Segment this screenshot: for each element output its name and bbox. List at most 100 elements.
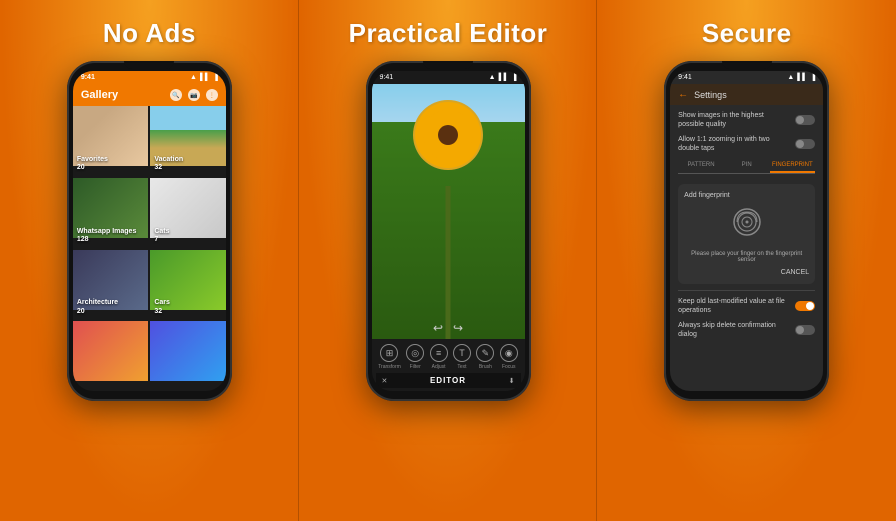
- settings-bottom: Keep old last-modified value at file ope…: [678, 297, 815, 338]
- cell-label: Vacation 32: [154, 156, 183, 173]
- cell-label: Cars 32: [154, 299, 170, 316]
- fingerprint-icon: [732, 207, 762, 243]
- cell-label: Whatsapp Images 128: [77, 228, 137, 245]
- gallery-cell-vacation[interactable]: Vacation 32: [150, 106, 226, 176]
- settings-modified-toggle[interactable]: [795, 301, 815, 311]
- transform-icon: ⊞: [380, 344, 398, 362]
- focus-label: Focus: [502, 364, 516, 370]
- transform-label: Transform: [378, 364, 401, 370]
- redo-icon[interactable]: ↪: [453, 321, 463, 335]
- adjust-tool[interactable]: ≡ Adjust: [430, 344, 448, 370]
- filter-label: Filter: [410, 364, 421, 370]
- adjust-icon: ≡: [430, 344, 448, 362]
- settings-row-quality: Show images in the highest possible qual…: [678, 111, 815, 129]
- tab-fingerprint[interactable]: FINGERPRINT: [770, 159, 816, 173]
- settings-statusbar: 9:41 ▲ ▌▌ ▐: [670, 71, 823, 84]
- settings-toolbar-title: Settings: [694, 90, 727, 100]
- editor-statusbar: 9:41 ▲ ▌▌ ▐: [372, 71, 525, 84]
- editor-controls: ⊞ Transform ◎ Filter ≡ Adjust T Text: [372, 339, 525, 391]
- editor-wifi-icon: ▲: [489, 74, 496, 81]
- settings-zoom-toggle[interactable]: [795, 139, 815, 149]
- gallery-phone: 9:41 ▲ ▌▌ ▐ Gallery 🔍 📷 ⋮: [67, 61, 232, 401]
- status-time: 9:41: [81, 74, 95, 81]
- settings-delete-toggle[interactable]: [795, 325, 815, 335]
- settings-modified-text: Keep old last-modified value at file ope…: [678, 297, 788, 315]
- cell-label: Cats 7: [154, 228, 169, 245]
- fingerprint-tabs: PATTERN PIN FINGERPRINT: [678, 159, 815, 174]
- camera-icon[interactable]: 📷: [188, 89, 200, 101]
- settings-zoom-text: Allow 1:1 zooming in with two double tap…: [678, 135, 788, 153]
- gallery-cell-cats[interactable]: Cats 7: [150, 178, 226, 248]
- fp-add-label: Add fingerprint: [684, 192, 730, 199]
- text-label: Text: [457, 364, 466, 370]
- gallery-cell-art1[interactable]: [73, 321, 149, 391]
- text-tool[interactable]: T Text: [453, 344, 471, 370]
- adjust-label: Adjust: [432, 364, 446, 370]
- gallery-grid: Favorites 20 Vacation 32 Whatsapp Images: [73, 106, 226, 391]
- settings-divider: [678, 290, 815, 291]
- tab-pin[interactable]: PIN: [724, 159, 770, 173]
- gallery-title-text: Gallery: [81, 89, 118, 101]
- cell-label: Architecture 20: [77, 299, 118, 316]
- text-icon: T: [453, 344, 471, 362]
- wifi-icon: ▲: [190, 74, 197, 81]
- editor-battery-icon: ▐: [512, 74, 517, 81]
- settings-screen: 9:41 ▲ ▌▌ ▐ ← Settings Show images in th…: [670, 71, 823, 391]
- settings-row-modified: Keep old last-modified value at file ope…: [678, 297, 815, 315]
- no-ads-title: No Ads: [103, 18, 196, 49]
- more-icon[interactable]: ⋮: [206, 89, 218, 101]
- fingerprint-section: Add fingerprint Please place your finger…: [678, 184, 815, 284]
- settings-signal-icon: ▌▌: [797, 74, 807, 81]
- search-icon[interactable]: 🔍: [170, 89, 182, 101]
- settings-delete-text: Always skip delete confirmation dialog: [678, 321, 788, 339]
- settings-phone: 9:41 ▲ ▌▌ ▐ ← Settings Show images in th…: [664, 61, 829, 401]
- gallery-cell-art2[interactable]: [150, 321, 226, 391]
- editor-save-button[interactable]: ⬇: [509, 377, 515, 385]
- gallery-cell-favorites[interactable]: Favorites 20: [73, 106, 149, 176]
- settings-row-delete: Always skip delete confirmation dialog: [678, 321, 815, 339]
- editor-bottom-bar: ✕ EDITOR ⬇: [376, 373, 521, 388]
- editor-screen: 9:41 ▲ ▌▌ ▐: [372, 71, 525, 391]
- settings-time: 9:41: [678, 74, 692, 81]
- gallery-toolbar: Gallery 🔍 📷 ⋮: [73, 84, 226, 106]
- focus-tool[interactable]: ◉ Focus: [500, 344, 518, 370]
- transform-tool[interactable]: ⊞ Transform: [378, 344, 401, 370]
- gallery-cell-arch[interactable]: Architecture 20: [73, 250, 149, 320]
- filter-icon: ◎: [406, 344, 424, 362]
- undo-icon[interactable]: ↩: [433, 321, 443, 335]
- editor-panel: Practical Editor 9:41 ▲ ▌▌ ▐: [299, 0, 598, 521]
- cell-label: Favorites 20: [77, 156, 108, 173]
- settings-battery-icon: ▐: [810, 74, 815, 81]
- editor-title: Practical Editor: [349, 18, 548, 49]
- editor-tools-row: ⊞ Transform ◎ Filter ≡ Adjust T Text: [376, 344, 521, 370]
- sunflower-image: [372, 84, 525, 339]
- editor-signal-icon: ▌▌: [499, 74, 509, 81]
- settings-body: Show images in the highest possible qual…: [670, 105, 823, 391]
- gallery-cell-cars[interactable]: Cars 32: [150, 250, 226, 320]
- filter-tool[interactable]: ◎ Filter: [406, 344, 424, 370]
- settings-row-zoom: Allow 1:1 zooming in with two double tap…: [678, 135, 815, 153]
- settings-wifi-icon: ▲: [787, 74, 794, 81]
- editor-label: EDITOR: [430, 376, 466, 385]
- settings-quality-toggle[interactable]: [795, 115, 815, 125]
- brush-icon: ✎: [476, 344, 494, 362]
- editor-time: 9:41: [380, 74, 394, 81]
- battery-icon: ▐: [213, 74, 218, 81]
- fp-cancel-button[interactable]: CANCEL: [781, 269, 809, 276]
- gallery-cell-whatsapp[interactable]: Whatsapp Images 128: [73, 178, 149, 248]
- focus-icon: ◉: [500, 344, 518, 362]
- secure-panel: Secure 9:41 ▲ ▌▌ ▐ ← Settings Show imag: [597, 0, 896, 521]
- settings-quality-text: Show images in the highest possible qual…: [678, 111, 788, 129]
- gallery-toolbar-icons: 🔍 📷 ⋮: [170, 89, 218, 101]
- settings-toolbar: ← Settings: [670, 84, 823, 105]
- secure-title: Secure: [702, 18, 792, 49]
- tab-pattern[interactable]: PATTERN: [678, 159, 724, 173]
- brush-tool[interactable]: ✎ Brush: [476, 344, 494, 370]
- editor-close-button[interactable]: ✕: [382, 377, 388, 385]
- settings-back-button[interactable]: ←: [678, 89, 688, 100]
- signal-icon: ▌▌: [200, 74, 210, 81]
- phone-notch-2: [423, 61, 473, 69]
- editor-phone: 9:41 ▲ ▌▌ ▐: [366, 61, 531, 401]
- phone-notch-3: [722, 61, 772, 69]
- phone-notch: [124, 61, 174, 69]
